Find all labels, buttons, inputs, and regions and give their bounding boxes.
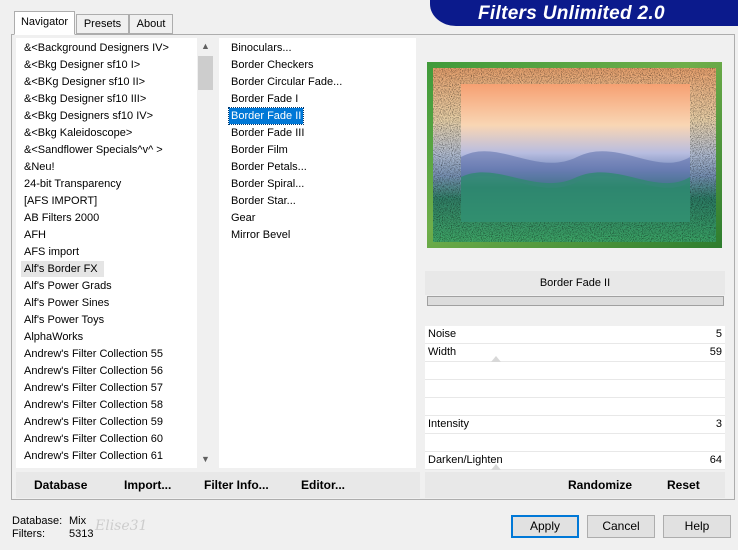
category-item[interactable]: &<Background Designers IV>	[24, 40, 169, 56]
category-item[interactable]: AlphaWorks	[24, 329, 83, 345]
category-item[interactable]: &<Bkg Designer sf10 I>	[24, 57, 140, 73]
param-label: Intensity	[428, 418, 469, 430]
filter-item[interactable]: Border Checkers	[231, 57, 314, 73]
category-item[interactable]: Andrew's Filter Collection 58	[24, 397, 163, 413]
cancel-button[interactable]: Cancel	[587, 515, 655, 538]
tab-about[interactable]: About	[129, 14, 173, 34]
watermark: Elise31	[95, 518, 148, 534]
category-item[interactable]: &<BKg Designer sf10 II>	[24, 74, 145, 90]
editor-button[interactable]: Editor...	[301, 478, 345, 492]
param-value: 5	[715, 328, 722, 340]
category-item[interactable]: Andrew's Filter Collection 55	[24, 346, 163, 362]
param-row-noise[interactable]: Noise 5	[425, 326, 725, 344]
left-toolbar: Database Import... Filter Info... Editor…	[16, 472, 420, 498]
param-row-width[interactable]: Width 59	[425, 344, 725, 362]
category-item[interactable]: [AFS IMPORT]	[24, 193, 97, 209]
param-label: Width	[428, 346, 457, 358]
filter-item[interactable]: Border Fade II	[227, 107, 305, 125]
category-item[interactable]: Andrew's Filter Collection 60	[24, 431, 163, 447]
category-item[interactable]: &<Bkg Kaleidoscope>	[24, 125, 132, 141]
param-row-empty	[425, 380, 725, 398]
database-status-value: Mix	[69, 515, 87, 527]
category-item[interactable]: &<Sandflower Specials^v^ >	[24, 142, 163, 158]
database-status-label: Database:	[12, 515, 63, 527]
slider-pointer-icon[interactable]	[491, 464, 501, 470]
category-item[interactable]: &Neu!	[24, 159, 55, 175]
param-row-intensity[interactable]: Intensity 3	[425, 416, 725, 434]
param-label: Noise	[428, 328, 457, 340]
filter-item[interactable]: Border Petals...	[231, 159, 307, 175]
filter-list[interactable]: Binoculars... Border Checkers Border Circu…	[219, 38, 416, 468]
scroll-up-arrow-icon[interactable]: ▲	[197, 38, 214, 55]
param-value: 64	[709, 454, 722, 466]
app-title: Filters Unlimited 2.0	[478, 3, 665, 24]
apply-button[interactable]: Apply	[511, 515, 579, 538]
parameter-panel: Noise 5 Width 59 Intensity 3 Darken/Ligh…	[425, 326, 725, 470]
category-item[interactable]: Andrew's Filter Collection 56	[24, 363, 163, 379]
category-item[interactable]: AB Filters 2000	[24, 210, 99, 226]
filter-item[interactable]: Mirror Bevel	[231, 227, 290, 243]
category-item[interactable]: Andrew's Filter Collection 57	[24, 380, 163, 396]
param-value: 3	[715, 418, 722, 430]
filter-item[interactable]: Gear	[231, 210, 255, 226]
tab-navigator[interactable]: Navigator	[14, 11, 75, 35]
database-button[interactable]: Database	[34, 478, 87, 492]
filter-progress-bar	[427, 296, 724, 306]
randomize-button[interactable]: Randomize	[568, 478, 632, 492]
category-item[interactable]: AFS import	[24, 244, 79, 260]
category-list[interactable]: &<Background Designers IV> &<Bkg Designer…	[16, 38, 214, 468]
filters-status-label: Filters:	[12, 528, 45, 540]
import-button[interactable]: Import...	[124, 478, 171, 492]
scroll-down-arrow-icon[interactable]: ▼	[197, 451, 214, 468]
param-row-empty	[425, 398, 725, 416]
category-item[interactable]: Alf's Power Toys	[24, 312, 104, 328]
category-item[interactable]: AFH	[24, 227, 46, 243]
filter-item[interactable]: Border Circular Fade...	[231, 74, 342, 90]
category-item[interactable]: Andrew's Filter Collection 59	[24, 414, 163, 430]
param-row-empty	[425, 362, 725, 380]
category-item[interactable]: Alf's Border FX	[21, 261, 104, 277]
category-item[interactable]: &<Bkg Designer sf10 III>	[24, 91, 146, 107]
tab-presets[interactable]: Presets	[76, 14, 129, 34]
scroll-thumb[interactable]	[198, 56, 213, 90]
category-item[interactable]: &<Bkg Designers sf10 IV>	[24, 108, 153, 124]
filter-item[interactable]: Border Star...	[231, 193, 296, 209]
filters-status-value: 5313	[69, 528, 94, 540]
param-value: 59	[709, 346, 722, 358]
filter-name-label: Border Fade II	[425, 271, 725, 295]
filter-item[interactable]: Binoculars...	[231, 40, 292, 56]
filter-info-button[interactable]: Filter Info...	[204, 478, 269, 492]
category-item[interactable]: Alf's Power Grads	[24, 278, 112, 294]
param-row-empty	[425, 434, 725, 452]
param-row-darken-lighten[interactable]: Darken/Lighten 64	[425, 452, 725, 470]
category-item[interactable]: Alf's Power Sines	[24, 295, 109, 311]
filter-item[interactable]: Border Film	[231, 142, 288, 158]
reset-button[interactable]: Reset	[667, 478, 700, 492]
category-scrollbar[interactable]: ▲ ▼	[197, 38, 214, 468]
filter-preview	[427, 62, 722, 248]
help-button[interactable]: Help	[663, 515, 731, 538]
category-item[interactable]: Andrew's Filter Collection 61	[24, 448, 163, 464]
filter-item[interactable]: Border Fade I	[231, 91, 298, 107]
filter-item[interactable]: Border Fade III	[231, 125, 304, 141]
preview-image	[427, 62, 722, 248]
filter-item[interactable]: Border Spiral...	[231, 176, 304, 192]
right-toolbar: Randomize Reset	[425, 472, 725, 498]
category-item[interactable]: 24-bit Transparency	[24, 176, 121, 192]
